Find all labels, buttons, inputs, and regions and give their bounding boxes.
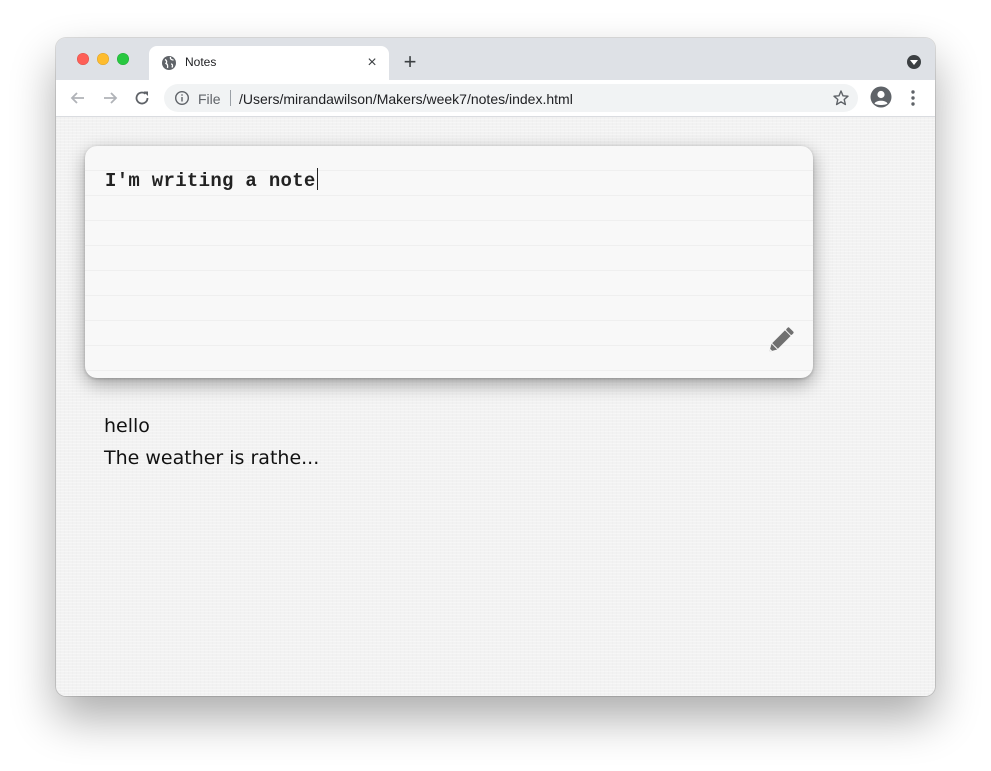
tab-title: Notes bbox=[185, 55, 217, 69]
text-caret bbox=[316, 168, 318, 190]
url-text[interactable]: /Users/mirandawilson/Makers/week7/notes/… bbox=[239, 91, 573, 107]
note-editor[interactable]: I'm writing a note bbox=[85, 146, 813, 378]
tab-notes[interactable]: Notes × bbox=[149, 46, 389, 80]
pencil-icon[interactable] bbox=[763, 324, 797, 358]
window-minimize-button[interactable] bbox=[97, 53, 109, 65]
tab-search-icon[interactable] bbox=[907, 55, 921, 69]
more-vert-icon[interactable] bbox=[904, 88, 922, 108]
tab-strip: Notes × + bbox=[56, 38, 935, 80]
address-bar[interactable]: File /Users/mirandawilson/Makers/week7/n… bbox=[164, 84, 858, 112]
globe-icon bbox=[162, 56, 176, 70]
plus-icon[interactable]: + bbox=[400, 51, 420, 73]
window-close-button[interactable] bbox=[77, 53, 89, 65]
note-input-value: I'm writing a note bbox=[105, 170, 316, 192]
back-arrow-icon[interactable] bbox=[68, 88, 88, 108]
profile-icon[interactable] bbox=[870, 86, 892, 108]
reload-icon[interactable] bbox=[132, 88, 152, 108]
notes-list: hello The weather is rathe... bbox=[104, 410, 319, 474]
forward-arrow-icon[interactable] bbox=[100, 88, 120, 108]
window-maximize-button[interactable] bbox=[117, 53, 129, 65]
list-item[interactable]: hello bbox=[104, 410, 319, 442]
info-icon[interactable] bbox=[174, 90, 190, 106]
browser-toolbar: File /Users/mirandawilson/Makers/week7/n… bbox=[56, 80, 935, 117]
close-icon[interactable]: × bbox=[363, 54, 381, 72]
scheme-label: File bbox=[198, 91, 221, 107]
note-input[interactable]: I'm writing a note bbox=[105, 168, 318, 192]
address-divider bbox=[230, 90, 231, 106]
browser-window: Notes × + File /Users/mirandawilson/Make… bbox=[56, 38, 935, 696]
star-icon[interactable] bbox=[832, 89, 850, 107]
list-item[interactable]: The weather is rathe... bbox=[104, 442, 319, 474]
page-content: I'm writing a note hello The weather is … bbox=[56, 117, 935, 696]
